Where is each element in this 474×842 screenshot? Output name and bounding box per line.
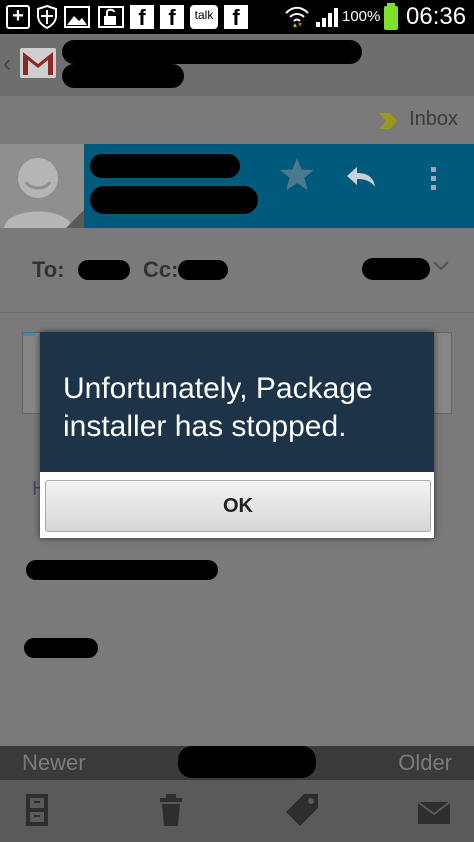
dialog-message-area: Unfortunately, Package installer has sto… <box>40 332 434 472</box>
inbox-label[interactable]: Inbox <box>409 108 458 131</box>
archive-icon[interactable] <box>24 792 50 828</box>
reply-icon[interactable] <box>345 165 377 189</box>
redacted-body-line <box>26 560 218 580</box>
plus-icon: + <box>6 5 30 29</box>
unlock-icon <box>98 5 124 29</box>
action-bar-header: ‹ <box>0 34 474 97</box>
facebook-icon: f <box>160 5 184 30</box>
wifi-icon <box>284 5 310 29</box>
ok-button[interactable]: OK <box>45 480 431 532</box>
signal-icon <box>314 5 340 29</box>
sender-row <box>0 144 474 228</box>
redacted-date <box>362 258 430 280</box>
error-dialog: Unfortunately, Package installer has sto… <box>40 332 434 538</box>
redacted-cc-address <box>178 260 228 280</box>
avatar[interactable] <box>0 144 84 228</box>
battery-percentage: 100% <box>342 8 381 25</box>
default-avatar-icon <box>4 158 84 228</box>
redacted-body-signature <box>24 638 98 658</box>
redacted-pager-center <box>178 746 316 778</box>
pager-bar: Newer Older <box>0 746 474 780</box>
clock: 06:36 <box>406 3 467 30</box>
star-icon[interactable] <box>278 156 316 192</box>
redacted-subject-line2 <box>62 64 184 88</box>
dialog-message: Unfortunately, Package installer has sto… <box>63 372 373 443</box>
talk-icon: talk <box>190 5 218 29</box>
back-chevron-icon[interactable]: ‹ <box>3 50 11 78</box>
shield-icon <box>36 4 58 30</box>
label-chevron-icon <box>379 113 397 129</box>
bottom-action-bar <box>0 780 474 842</box>
cc-label: Cc: <box>143 257 179 282</box>
chevron-down-icon[interactable] <box>432 260 450 272</box>
label-row: Inbox <box>0 96 474 145</box>
image-icon <box>64 5 90 29</box>
older-button[interactable]: Older <box>398 750 452 776</box>
label-tag-icon[interactable] <box>286 792 320 826</box>
facebook-icon: f <box>224 5 248 30</box>
redacted-sender-date <box>90 186 258 214</box>
redacted-sender-name <box>90 154 240 178</box>
battery-icon <box>384 6 398 30</box>
card-accent <box>23 333 35 336</box>
redacted-to-address <box>78 260 130 280</box>
status-bar: + f f talk f 100% 06:36 <box>0 0 474 34</box>
mark-unread-icon[interactable] <box>416 798 452 826</box>
overflow-menu-icon[interactable] <box>428 165 438 193</box>
gmail-logo-icon[interactable] <box>20 48 56 78</box>
redacted-subject <box>62 40 362 64</box>
to-label: To: <box>32 257 65 282</box>
facebook-icon: f <box>130 5 154 30</box>
newer-button[interactable]: Newer <box>22 750 86 776</box>
trash-icon[interactable] <box>158 792 184 828</box>
